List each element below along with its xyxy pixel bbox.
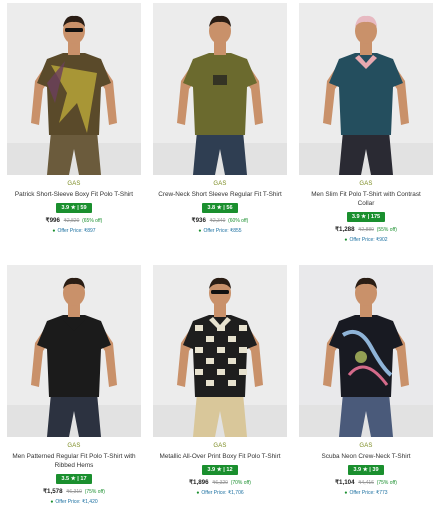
product-image[interactable]	[153, 265, 287, 437]
product-name[interactable]: Metallic All-Over Print Boxy Fit Polo T-…	[153, 452, 287, 461]
offer-price-text: Offer Price: ₹897	[57, 228, 96, 234]
rating-badge: 3.9 ★ | 175	[346, 212, 386, 222]
selling-price: ₹936	[191, 217, 206, 224]
product-card[interactable]: GAS Men Slim Fit Polo T-Shirt with Contr…	[299, 3, 433, 243]
rating-badge: 3.9 ★ | 59	[56, 203, 92, 213]
brand-name: GAS	[213, 181, 227, 187]
product-name[interactable]: Men Slim Fit Polo T-Shirt with Contrast …	[299, 190, 433, 208]
rating-badge: 3.9 ★ | 12	[202, 465, 238, 475]
discount-label: (75% off)	[84, 489, 105, 495]
print-tshirt	[299, 265, 433, 437]
offer-tag-icon: ●	[196, 490, 200, 496]
product-image[interactable]	[153, 3, 287, 175]
selling-price: ₹1,578	[43, 488, 63, 495]
brand-name: GAS	[359, 443, 373, 449]
product-card[interactable]: GAS Metallic All-Over Print Boxy Fit Pol…	[153, 265, 287, 496]
offer-price: ● Offer Price: ₹773	[299, 490, 433, 496]
geometric-polo	[153, 265, 287, 437]
original-price: ₹6,320	[212, 480, 228, 486]
offer-tag-icon: ●	[198, 228, 202, 234]
brand-name: GAS	[67, 443, 81, 449]
price-row: ₹1,578 ₹6,310 (75% off)	[7, 488, 141, 496]
original-price: ₹4,416	[358, 480, 374, 486]
price-row: ₹1,896 ₹6,320 (70% off)	[153, 479, 287, 487]
product-image[interactable]	[299, 265, 433, 437]
selling-price: ₹1,896	[189, 479, 209, 486]
original-price: ₹6,310	[66, 489, 82, 495]
product-image[interactable]	[7, 265, 141, 437]
product-name[interactable]: Crew-Neck Short Sleeve Regular Fit T-Shi…	[153, 190, 287, 199]
rating-badge: 3.5 ★ | 17	[56, 474, 92, 484]
offer-tag-icon: ●	[344, 237, 348, 243]
brand-name: GAS	[213, 443, 227, 449]
discount-label: (70% off)	[230, 480, 251, 486]
offer-tag-icon: ●	[52, 228, 56, 234]
original-price: ₹2,820	[63, 218, 80, 224]
olive-tshirt	[153, 3, 287, 175]
original-price: ₹2,880	[358, 227, 374, 233]
teal-polo	[299, 3, 433, 175]
product-card[interactable]: GAS Patrick Short-Sleeve Boxy Fit Polo T…	[7, 3, 141, 234]
product-image[interactable]	[7, 3, 141, 175]
selling-price: ₹1,288	[335, 226, 355, 233]
offer-tag-icon: ●	[344, 490, 348, 496]
rating-badge: 3.8 ★ | 56	[202, 203, 238, 213]
discount-label: (60% off)	[228, 218, 249, 224]
black-polo	[7, 265, 141, 437]
discount-label: (65% off)	[82, 218, 103, 224]
offer-price-text: Offer Price: ₹855	[203, 228, 242, 234]
offer-price: ● Offer Price: ₹1,706	[153, 490, 287, 496]
offer-price-text: Offer Price: ₹902	[349, 237, 388, 243]
selling-price: ₹996	[45, 217, 60, 224]
product-card[interactable]: GAS Scuba Neon Crew-Neck T-Shirt 3.9 ★ |…	[299, 265, 433, 496]
brand-name: GAS	[67, 181, 81, 187]
offer-price: ● Offer Price: ₹902	[299, 237, 433, 243]
rating-badge: 3.9 ★ | 39	[348, 465, 384, 475]
product-name[interactable]: Men Patterned Regular Fit Polo T-Shirt w…	[7, 452, 141, 470]
product-name[interactable]: Patrick Short-Sleeve Boxy Fit Polo T-Shi…	[7, 190, 141, 199]
original-price: ₹2,340	[209, 218, 226, 224]
price-row: ₹1,104 ₹4,416 (75% off)	[299, 479, 433, 487]
offer-price: ● Offer Price: ₹897	[7, 228, 141, 234]
discount-label: (75% off)	[376, 480, 397, 486]
brand-name: GAS	[359, 181, 373, 187]
product-card[interactable]: GAS Men Patterned Regular Fit Polo T-Shi…	[7, 265, 141, 505]
offer-price-text: Offer Price: ₹1,706	[201, 490, 244, 496]
discount-label: (55% off)	[376, 227, 397, 233]
price-row: ₹996 ₹2,820 (65% off)	[7, 217, 141, 225]
offer-price-text: Offer Price: ₹773	[349, 490, 388, 496]
product-image[interactable]	[299, 3, 433, 175]
polo-camo-shirt	[7, 3, 141, 175]
offer-price: ● Offer Price: ₹855	[153, 228, 287, 234]
product-card[interactable]: GAS Crew-Neck Short Sleeve Regular Fit T…	[153, 3, 287, 234]
price-row: ₹936 ₹2,340 (60% off)	[153, 217, 287, 225]
selling-price: ₹1,104	[335, 479, 355, 486]
price-row: ₹1,288 ₹2,880 (55% off)	[299, 226, 433, 234]
product-grid: GAS Patrick Short-Sleeve Boxy Fit Polo T…	[0, 0, 441, 505]
product-name[interactable]: Scuba Neon Crew-Neck T-Shirt	[299, 452, 433, 461]
